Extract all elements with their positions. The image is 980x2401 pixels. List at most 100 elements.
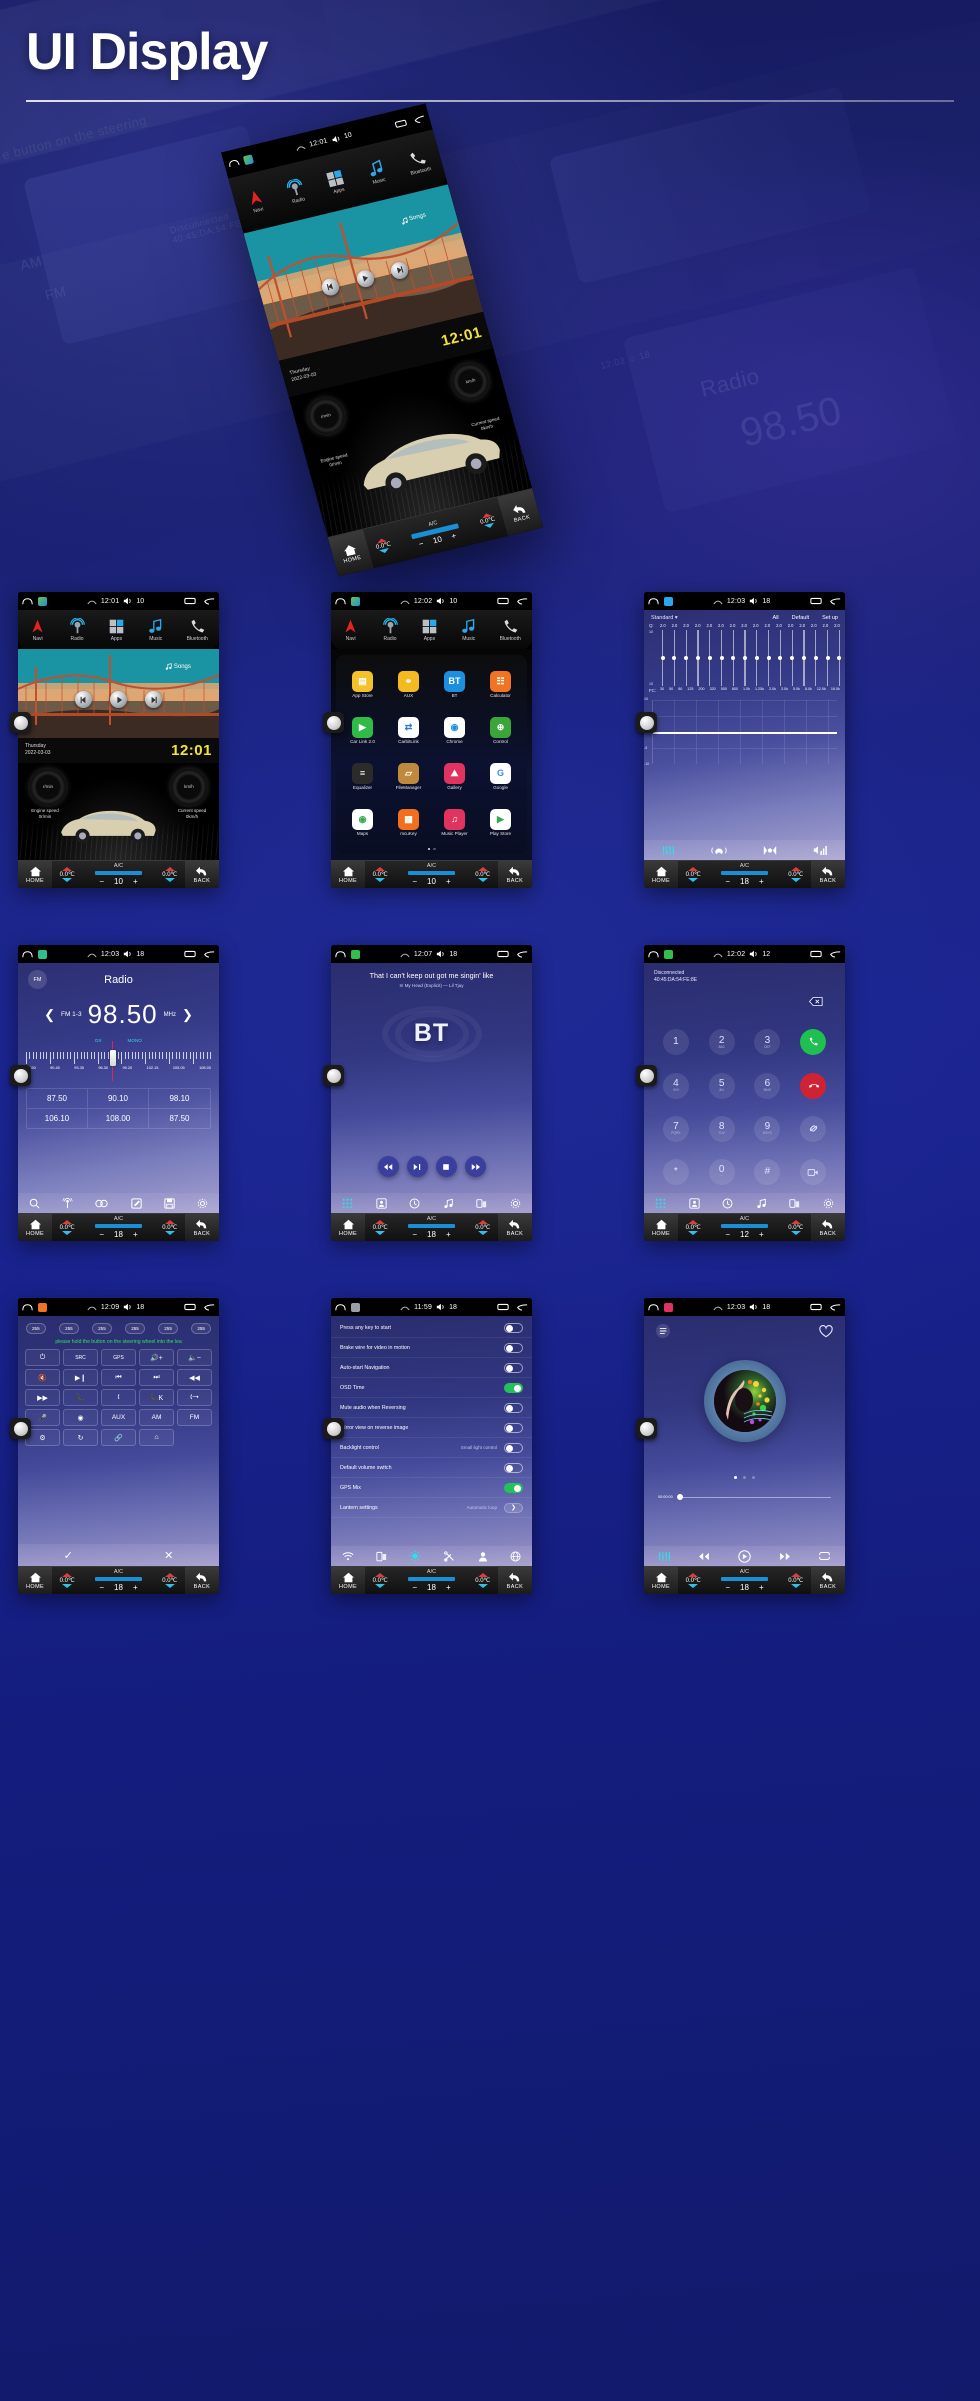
play-pause-button[interactable]	[406, 1156, 428, 1178]
ac-label[interactable]: A/C	[114, 863, 123, 869]
key-value-pill[interactable]: 255	[59, 1323, 79, 1335]
steering-key-mute[interactable]: 🔇	[25, 1369, 60, 1387]
dialpad-key-hash[interactable]: #	[754, 1159, 781, 1186]
steering-key-gps[interactable]: GPS	[101, 1349, 136, 1367]
toggle-switch[interactable]	[504, 1462, 523, 1473]
steering-key-next-track[interactable]: ⏭	[139, 1369, 174, 1387]
tuning-thumb[interactable]	[109, 1050, 116, 1067]
gear-icon[interactable]	[197, 1198, 208, 1209]
steering-key-volume-up[interactable]: 🔊+	[139, 1349, 174, 1367]
device-icon[interactable]	[376, 1551, 387, 1562]
window-icon[interactable]	[497, 1303, 509, 1311]
recent-apps-icon[interactable]	[22, 1303, 33, 1311]
back-button[interactable]: BACK	[184, 861, 219, 888]
back-icon[interactable]	[516, 1303, 528, 1311]
next-station-button[interactable]: ❯	[182, 1007, 193, 1023]
eq-slider[interactable]	[778, 630, 783, 687]
nav-item-radio[interactable]: Radio	[284, 178, 308, 206]
preset-button[interactable]: 98.10	[149, 1089, 210, 1110]
temp-left[interactable]: 0.0℃	[678, 1567, 708, 1594]
toggle-switch[interactable]	[504, 1362, 523, 1373]
back-icon[interactable]	[516, 950, 528, 958]
next-track-button[interactable]	[779, 1552, 791, 1561]
steering-key-call-switch[interactable]: 🕻➞	[177, 1389, 212, 1407]
preset-button[interactable]: 90.10	[88, 1089, 149, 1110]
settings-row[interactable]: Default volume switch	[331, 1458, 532, 1479]
nav-item-apps[interactable]: Apps	[421, 618, 438, 642]
edit-icon[interactable]	[130, 1198, 142, 1209]
rotary-knob[interactable]	[636, 1418, 657, 1439]
music-icon[interactable]	[756, 1198, 767, 1209]
nav-item-navi[interactable]: Navi	[29, 618, 46, 642]
button-all[interactable]: All	[773, 615, 779, 621]
volume-minus-button[interactable]: −	[725, 1583, 730, 1592]
steering-key-fast-forward[interactable]: ▶▶	[25, 1389, 60, 1407]
back-button[interactable]: BACK	[810, 1214, 845, 1241]
volume-minus-button[interactable]: −	[725, 1230, 730, 1239]
dx-label[interactable]: DX	[95, 1038, 101, 1043]
app-item[interactable]: ≡ Equalizer	[340, 754, 385, 799]
home-button[interactable]: HOME	[331, 861, 366, 888]
eq-slider[interactable]	[837, 630, 842, 687]
antenna-icon[interactable]	[62, 1197, 73, 1209]
volume-bar[interactable]	[408, 871, 455, 875]
recent-apps-icon[interactable]	[335, 1303, 346, 1311]
temp-right[interactable]: 0.0℃	[781, 1567, 811, 1594]
back-icon[interactable]	[829, 597, 841, 605]
key-value-pill[interactable]: 255	[26, 1323, 46, 1335]
steering-key-camera[interactable]: ◉	[63, 1409, 98, 1427]
globe-icon[interactable]	[510, 1551, 521, 1562]
volume-bar[interactable]	[95, 1577, 142, 1581]
temp-down-icon[interactable]	[477, 1584, 488, 1589]
rotary-knob[interactable]	[323, 1065, 344, 1086]
key-value-pill[interactable]: 255	[125, 1323, 145, 1335]
contacts-icon[interactable]	[376, 1198, 387, 1209]
dialpad-key-7[interactable]: 7 PQRS	[662, 1115, 689, 1142]
ac-label[interactable]: A/C	[114, 1216, 123, 1222]
eq-slider[interactable]	[719, 630, 724, 687]
settings-row[interactable]: OSD Time	[331, 1378, 532, 1399]
nav-item-navi[interactable]: Navi	[342, 618, 359, 642]
rotary-knob[interactable]	[323, 712, 344, 733]
steering-key-play-pause[interactable]: ▶❙	[63, 1369, 98, 1387]
user-icon[interactable]	[478, 1551, 488, 1562]
dialpad-icon[interactable]	[342, 1198, 353, 1209]
temp-down-icon[interactable]	[62, 1584, 73, 1589]
temp-right[interactable]: 0.0℃	[781, 1214, 811, 1241]
temp-down-icon[interactable]	[477, 878, 488, 883]
temp-left[interactable]: 0.0℃	[365, 861, 395, 888]
app-item[interactable]: ◉ Chrome	[432, 708, 477, 753]
steering-key-volume-down[interactable]: 🔈−	[177, 1349, 212, 1367]
toggle-switch[interactable]	[504, 1402, 523, 1413]
eq-slider[interactable]	[743, 630, 748, 687]
tuning-dial[interactable]: 87.50 90.45 93.35 96.30 99.20 102.15 105.05 108…	[26, 1041, 211, 1082]
steering-key-bluetooth[interactable]: 🔗	[101, 1429, 136, 1447]
nav-item-music[interactable]: Music	[460, 618, 477, 642]
volume-plus-button[interactable]: +	[446, 877, 451, 886]
back-icon[interactable]	[516, 597, 528, 605]
back-button[interactable]: BACK	[810, 1567, 845, 1594]
dialpad-key-6[interactable]: 6 MNO	[754, 1072, 781, 1099]
eq-slider[interactable]	[731, 630, 736, 687]
volume-minus-button[interactable]: −	[99, 1230, 104, 1239]
gear-icon[interactable]	[510, 1198, 521, 1209]
steering-key-FM[interactable]: FM	[177, 1409, 212, 1427]
play-button[interactable]	[110, 691, 127, 709]
end-call-button[interactable]	[800, 1072, 827, 1099]
car-audio-icon[interactable]	[711, 845, 727, 856]
toggle-switch[interactable]	[504, 1382, 523, 1393]
temp-down-icon[interactable]	[477, 1231, 488, 1236]
home-button[interactable]: HOME	[18, 1214, 53, 1241]
dialpad-icon[interactable]	[655, 1198, 666, 1209]
volume-plus-button[interactable]: +	[446, 1230, 451, 1239]
save-icon[interactable]	[164, 1198, 175, 1209]
toggle-switch[interactable]	[504, 1342, 523, 1353]
rotary-knob[interactable]	[10, 1418, 31, 1439]
temp-down-icon[interactable]	[375, 878, 386, 883]
back-icon[interactable]	[829, 1303, 841, 1311]
home-button[interactable]: HOME	[18, 1567, 53, 1594]
volume-minus-button[interactable]: −	[725, 877, 730, 886]
settings-row[interactable]: Brake wire for video in motion	[331, 1338, 532, 1359]
preset-button[interactable]: 108.00	[88, 1109, 149, 1129]
dialpad-key-4[interactable]: 4 GHI	[662, 1072, 689, 1099]
